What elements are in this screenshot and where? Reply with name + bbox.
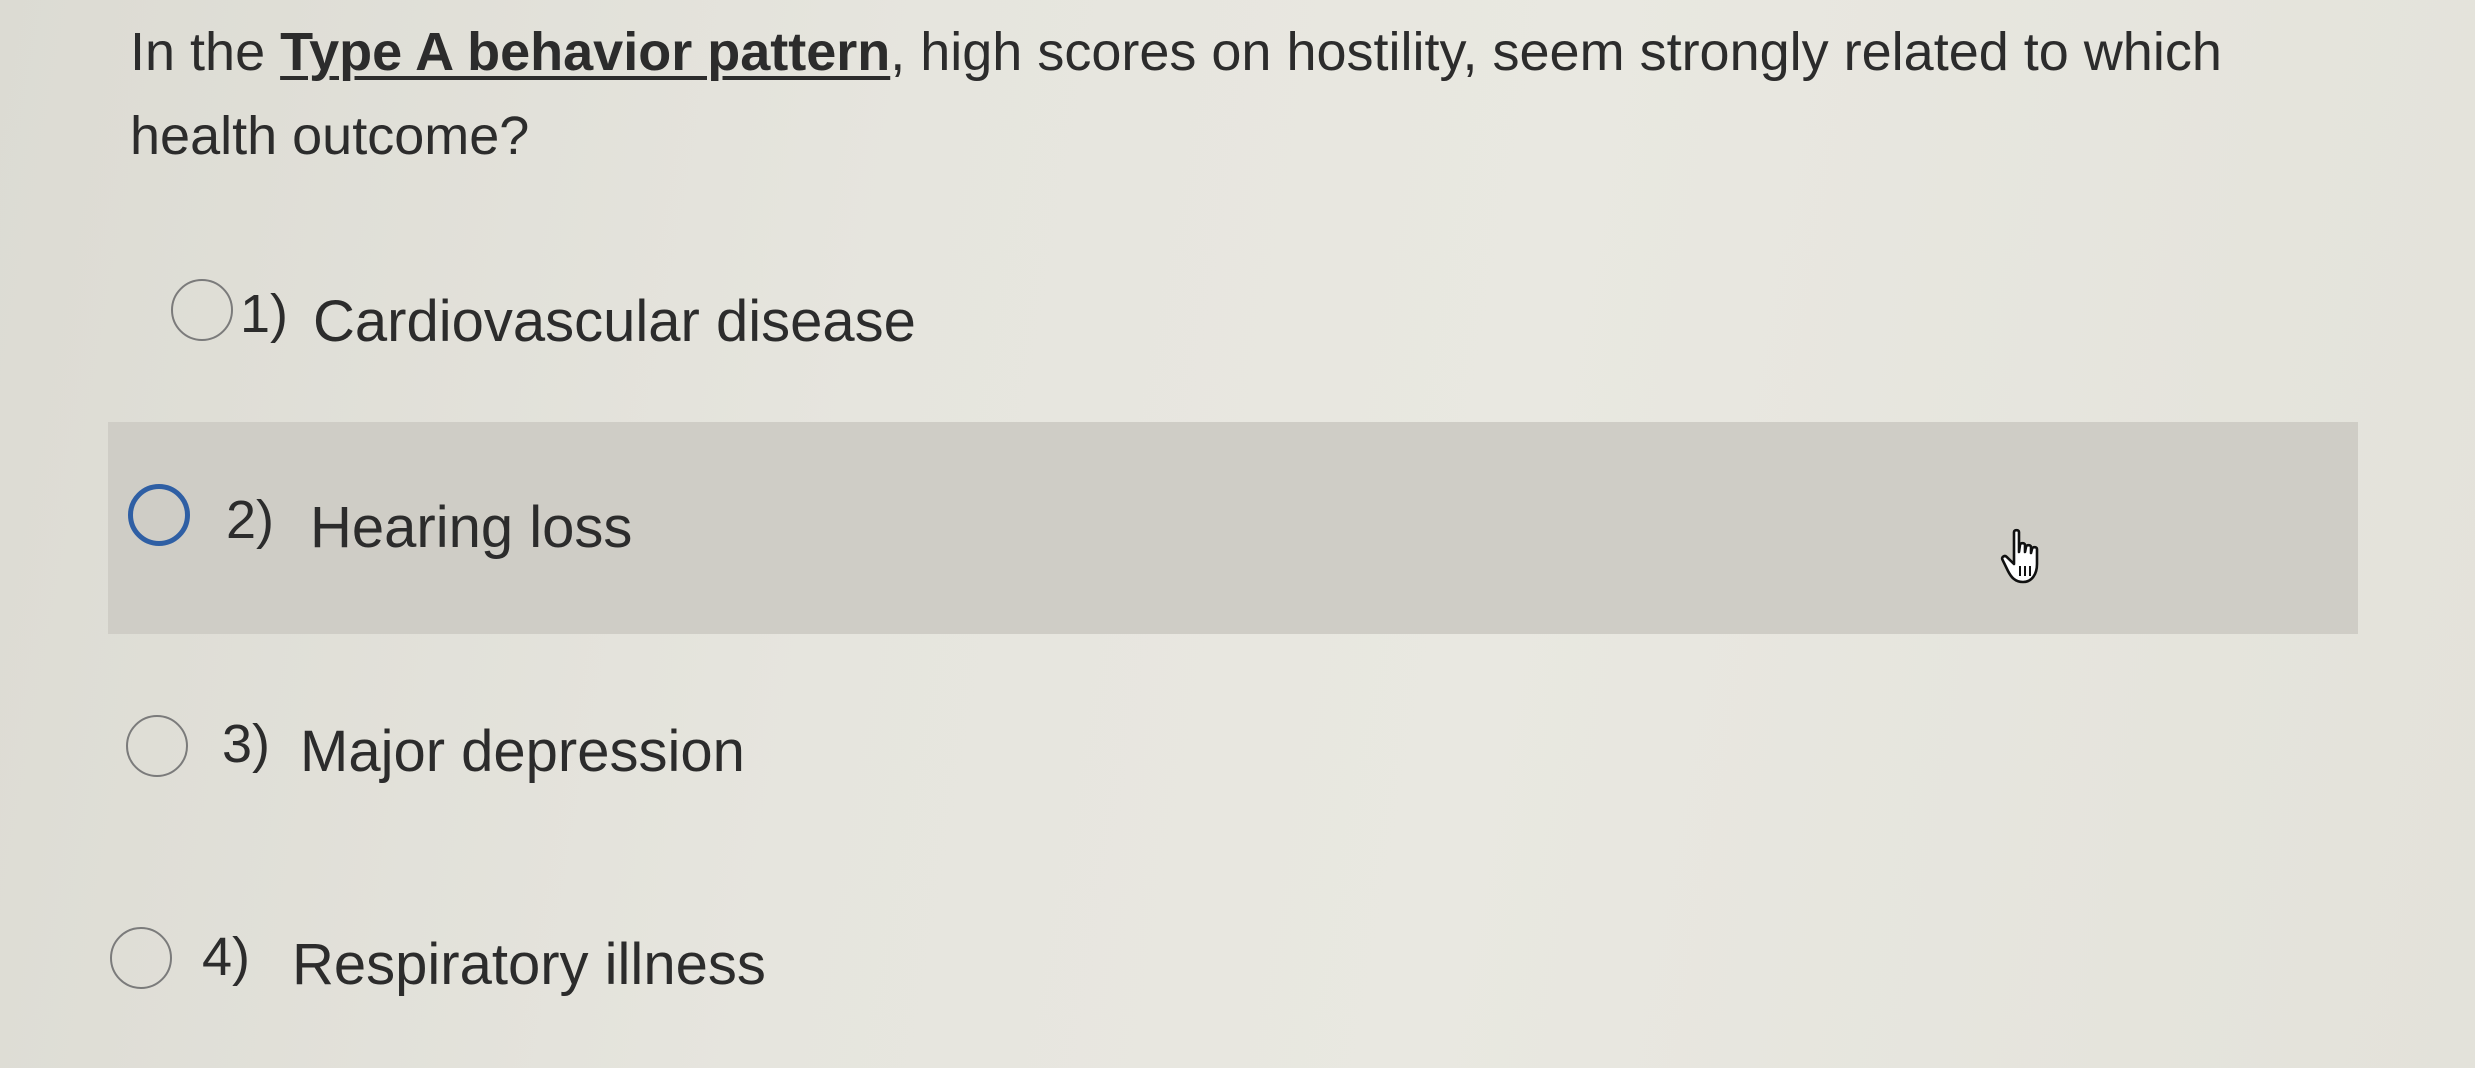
option-3-label: Major depression [300, 719, 745, 784]
hand-pointer-icon [2000, 528, 2039, 584]
radio-button-option-3[interactable] [126, 715, 188, 777]
radio-button-option-1[interactable] [171, 279, 233, 341]
radio-button-option-4[interactable] [110, 927, 172, 989]
option-3-number: 3) [222, 714, 271, 774]
option-4-label: Respiratory illness [292, 932, 766, 997]
option-1-label: Cardiovascular disease [313, 289, 916, 354]
radio-button-option-2[interactable] [128, 484, 190, 546]
question-prefix: In the [130, 22, 281, 82]
option-2-label: Hearing loss [310, 495, 633, 560]
answer-option-4[interactable]: 4) Respiratory illness [0, 895, 2475, 1015]
option-1-number: 1) [240, 284, 289, 344]
option-2-number: 2) [226, 490, 275, 550]
answer-option-1[interactable]: 1) Cardiovascular disease [0, 262, 2475, 382]
question-text: In the Type A behavior pattern, high sco… [130, 10, 2290, 178]
option-4-number: 4) [202, 927, 251, 987]
question-emphasis: Type A behavior pattern [280, 22, 891, 82]
answer-option-3[interactable]: 3) Major depression [0, 686, 2475, 806]
